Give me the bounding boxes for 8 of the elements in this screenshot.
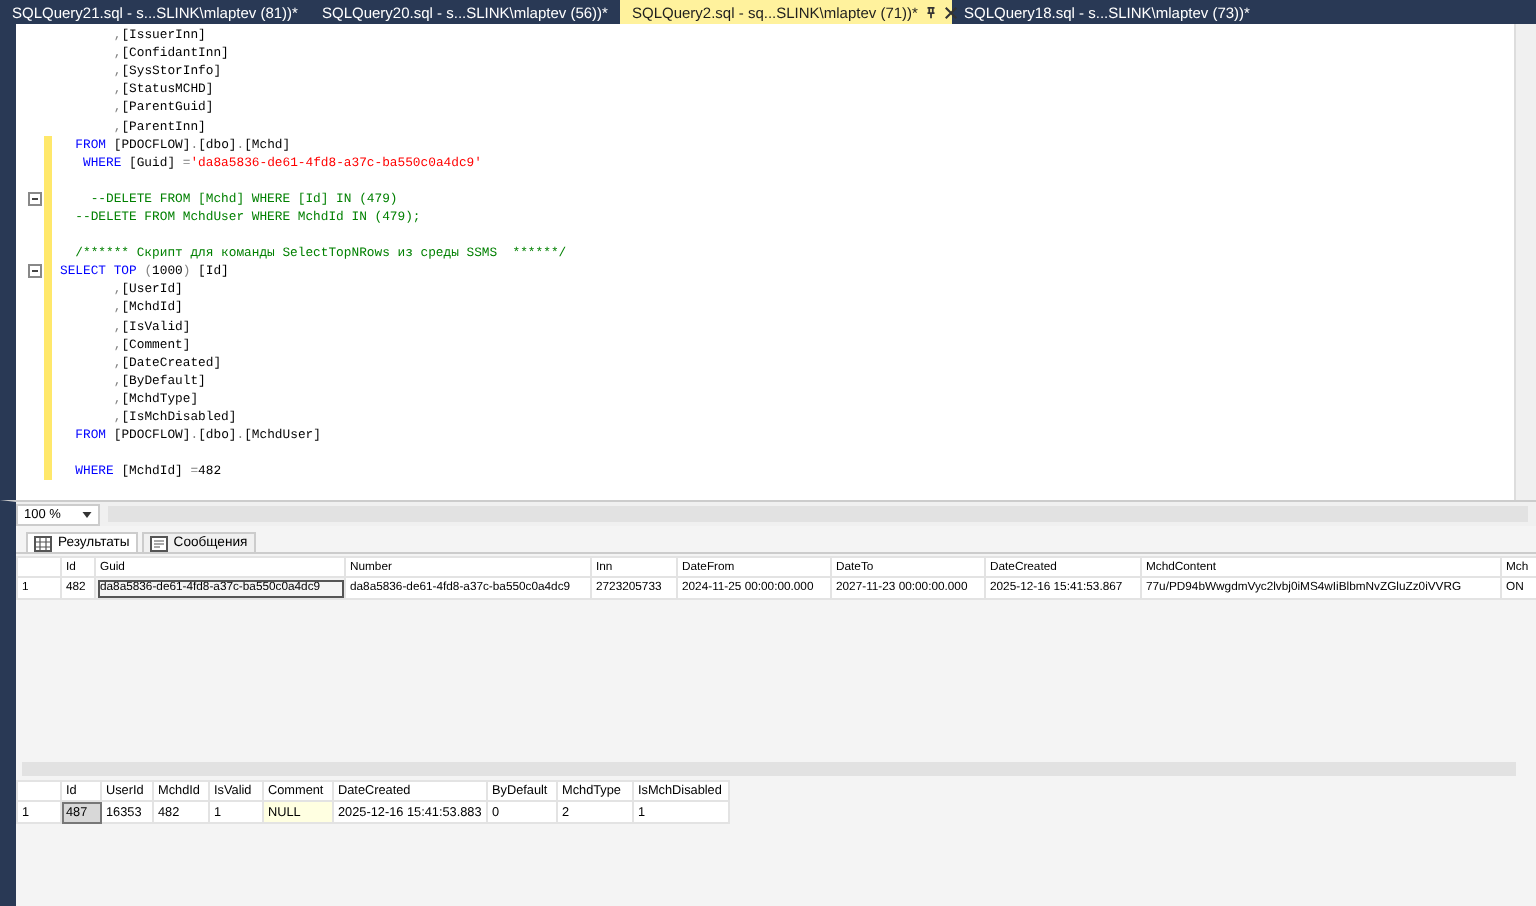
- close-icon[interactable]: [943, 5, 958, 19]
- message-icon: [149, 535, 168, 551]
- collapse-icon[interactable]: [28, 191, 42, 206]
- vertical-scrollbar[interactable]: [1514, 24, 1536, 500]
- caret-icon: [82, 511, 92, 517]
- grid-icon: [34, 535, 52, 551]
- pin-icon[interactable]: [923, 5, 938, 19]
- collapse-icon[interactable]: [28, 264, 42, 279]
